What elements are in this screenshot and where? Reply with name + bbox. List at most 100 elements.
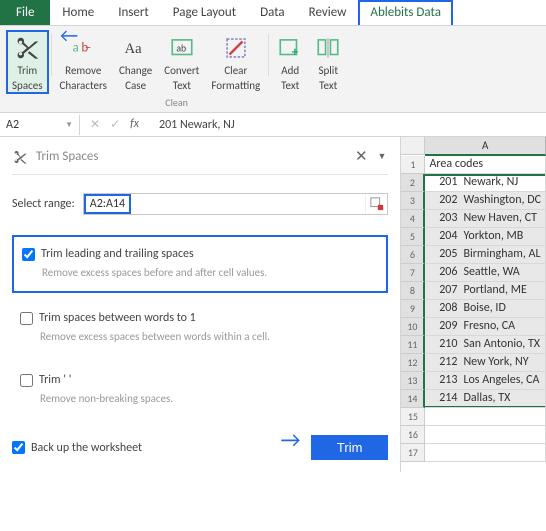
row-header-8[interactable]: 8: [401, 282, 425, 300]
file-menu[interactable]: File: [0, 0, 50, 25]
task-pane-menu-icon[interactable]: ▼: [376, 151, 389, 162]
worksheet-grid[interactable]: A 1Area codes2201Newark, NJ3202Washingto…: [401, 137, 546, 472]
grid-row-12[interactable]: 12212New York, NY: [401, 354, 546, 372]
svg-text:ab: ab: [176, 42, 186, 54]
grid-row-16[interactable]: 16: [401, 426, 546, 444]
option-desc-0: Remove excess spaces before and after ce…: [42, 266, 378, 279]
option-row-1[interactable]: Trim spaces between words to 1: [20, 311, 380, 325]
range-input[interactable]: A2:A14: [83, 193, 389, 215]
row-header-14[interactable]: 14: [401, 390, 425, 408]
menu-tab-page-layout[interactable]: Page Layout: [161, 0, 248, 25]
option-checkbox-0[interactable]: [22, 248, 35, 261]
cell-A11[interactable]: 210San Antonio, TX: [425, 336, 546, 354]
row-header-2[interactable]: 2: [401, 174, 425, 192]
row-header-17[interactable]: 17: [401, 444, 425, 462]
grid-row-13[interactable]: 13213Los Angeles, CA: [401, 372, 546, 390]
menu-tab-ablebits-data[interactable]: Ablebits Data: [358, 0, 453, 25]
ribbon-btn-change-case[interactable]: AaChangeCase: [113, 30, 158, 94]
cell-A13[interactable]: 213Los Angeles, CA: [425, 372, 546, 390]
column-header-A[interactable]: A: [425, 137, 546, 156]
option-checkbox-1[interactable]: [20, 312, 33, 325]
cell-A16[interactable]: [425, 426, 546, 444]
backup-checkbox-row[interactable]: Back up the worksheet: [12, 441, 142, 455]
cell-A4[interactable]: 203New Haven, CT: [425, 210, 546, 228]
grid-row-9[interactable]: 9208Boise, ID: [401, 300, 546, 318]
cell-A8[interactable]: 207Portland, ME: [425, 282, 546, 300]
grid-row-4[interactable]: 4203New Haven, CT: [401, 210, 546, 228]
row-header-9[interactable]: 9: [401, 300, 425, 318]
grid-row-14[interactable]: 14214Dallas, TX: [401, 390, 546, 408]
row-header-1[interactable]: 1: [401, 156, 425, 174]
menu-tab-insert[interactable]: Insert: [106, 0, 161, 25]
row-header-13[interactable]: 13: [401, 372, 425, 390]
svg-text:b̶: b̶: [82, 40, 92, 55]
menu-tab-data[interactable]: Data: [248, 0, 297, 25]
cell-A5[interactable]: 204Yorkton, MB: [425, 228, 546, 246]
row-header-3[interactable]: 3: [401, 192, 425, 210]
menu-tab-review[interactable]: Review: [297, 0, 359, 25]
option-row-0[interactable]: Trim leading and trailing spaces: [22, 247, 378, 261]
row-header-5[interactable]: 5: [401, 228, 425, 246]
grid-row-2[interactable]: 2201Newark, NJ: [401, 174, 546, 192]
ribbon-btn-convert-text[interactable]: abConvertText: [158, 30, 205, 94]
cell-A14[interactable]: 214Dallas, TX: [425, 390, 546, 408]
row-header-6[interactable]: 6: [401, 246, 425, 264]
range-value-highlight: A2:A14: [84, 194, 131, 214]
grid-row-15[interactable]: 15: [401, 408, 546, 426]
cell-A1[interactable]: Area codes: [425, 156, 546, 174]
cell-A2[interactable]: 201Newark, NJ: [425, 174, 546, 192]
grid-row-6[interactable]: 6205Birmingham, AL: [401, 246, 546, 264]
fx-icon[interactable]: fx: [130, 117, 139, 132]
name-box-value: A2: [6, 118, 19, 132]
select-all-corner[interactable]: [401, 137, 425, 155]
grid-row-7[interactable]: 7206Seattle, WA: [401, 264, 546, 282]
range-picker-icon[interactable]: [365, 194, 387, 214]
ribbon-btn-clear-formatting[interactable]: ClearFormatting: [205, 30, 266, 94]
trim-button[interactable]: Trim: [311, 435, 389, 460]
cell-A10[interactable]: 209Fresno, CA: [425, 318, 546, 336]
cell-A17[interactable]: [425, 444, 546, 462]
cell-A3[interactable]: 202Washington, DC: [425, 192, 546, 210]
option-row-2[interactable]: Trim ' ': [20, 373, 380, 387]
cell-A7[interactable]: 206Seattle, WA: [425, 264, 546, 282]
cell-A15[interactable]: [425, 408, 546, 426]
task-pane-trim-spaces: Trim Spaces ✕ ▼ Select range: A2:A14 Tri…: [0, 137, 401, 472]
grid-row-10[interactable]: 10209Fresno, CA: [401, 318, 546, 336]
row-header-11[interactable]: 11: [401, 336, 425, 354]
row-header-7[interactable]: 7: [401, 264, 425, 282]
svg-text:+: +: [292, 45, 299, 60]
row-header-12[interactable]: 12: [401, 354, 425, 372]
grid-row-11[interactable]: 11210San Antonio, TX: [401, 336, 546, 354]
cell-A9[interactable]: 208Boise, ID: [425, 300, 546, 318]
backup-checkbox[interactable]: [12, 441, 25, 454]
grid-row-3[interactable]: 3202Washington, DC: [401, 192, 546, 210]
cell-A12[interactable]: 212New York, NY: [425, 354, 546, 372]
name-box-dropdown-icon[interactable]: ▼: [65, 120, 73, 130]
row-header-10[interactable]: 10: [401, 318, 425, 336]
grid-row-8[interactable]: 8207Portland, ME: [401, 282, 546, 300]
ribbon-btn-trim-spaces[interactable]: TrimSpaces: [6, 30, 49, 94]
row-header-4[interactable]: 4: [401, 210, 425, 228]
task-pane-header: Trim Spaces ✕ ▼: [12, 147, 388, 175]
cell-A6[interactable]: 205Birmingham, AL: [425, 246, 546, 264]
convert-text-icon: ab: [169, 33, 195, 63]
name-box[interactable]: A2 ▼: [0, 115, 80, 135]
scissors-icon: [12, 149, 28, 165]
row-header-16[interactable]: 16: [401, 426, 425, 444]
grid-row-17[interactable]: 17: [401, 444, 546, 462]
formula-value[interactable]: 201 Newark, NJ: [149, 115, 546, 135]
row-header-15[interactable]: 15: [401, 408, 425, 426]
svg-text:a: a: [73, 40, 79, 55]
option-checkbox-2[interactable]: [20, 374, 33, 387]
grid-row-1[interactable]: 1Area codes: [401, 156, 546, 174]
clear-format-icon: [223, 33, 249, 63]
close-icon[interactable]: ✕: [355, 147, 368, 166]
ribbon-btn-split-text[interactable]: SplitText: [309, 30, 347, 94]
svg-text:Aa: Aa: [124, 41, 142, 57]
grid-row-5[interactable]: 5204Yorkton, MB: [401, 228, 546, 246]
ribbon-btn-add-text[interactable]: +AddText: [271, 30, 309, 94]
menu-bar: File HomeInsertPage LayoutDataReviewAble…: [0, 0, 546, 26]
range-input-rest[interactable]: [131, 194, 365, 214]
menu-tab-home[interactable]: Home: [50, 0, 106, 25]
ribbon-btn-remove-characters[interactable]: ab̶RemoveCharacters: [54, 30, 113, 94]
